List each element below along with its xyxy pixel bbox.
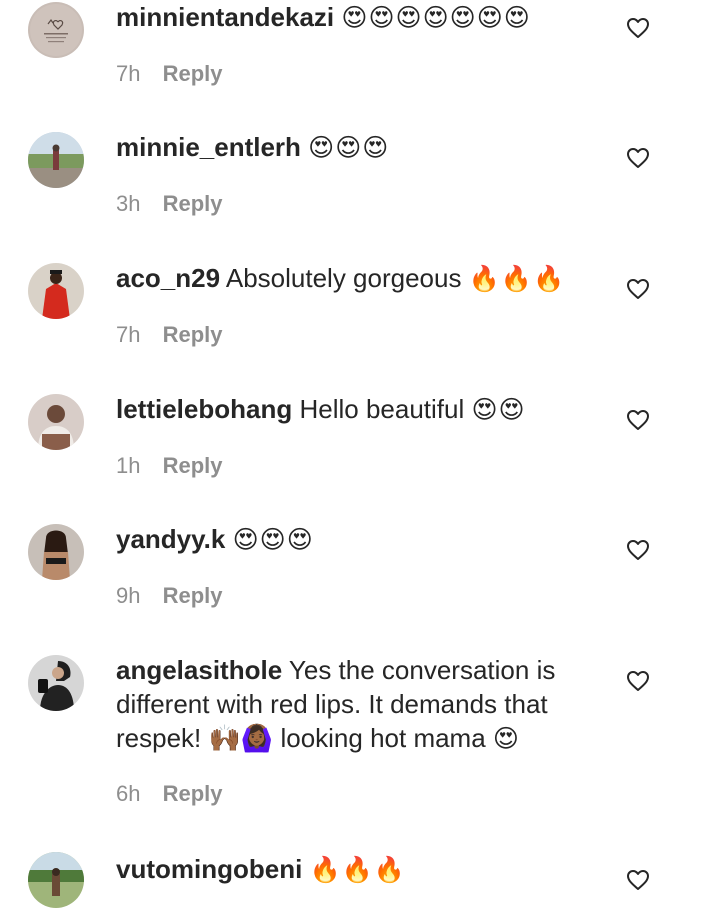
comment-username[interactable]: lettielebohang	[116, 394, 292, 424]
comment-text: Absolutely gorgeous	[225, 263, 462, 293]
heart-icon[interactable]	[626, 539, 650, 561]
reply-button[interactable]: Reply	[163, 322, 223, 347]
comment-timestamp: 9h	[116, 583, 141, 608]
comment-username[interactable]: vutomingobeni	[116, 854, 302, 884]
comment-timestamp: 7h	[116, 61, 141, 86]
avatar[interactable]	[28, 524, 84, 580]
heart-icon[interactable]	[626, 670, 650, 692]
comment-username[interactable]: minnientandekazi	[116, 2, 334, 32]
comment-username[interactable]: angelasithole	[116, 655, 282, 685]
comment-emojis: 🔥🔥🔥	[309, 855, 406, 884]
comment-emojis: 🔥🔥🔥	[468, 264, 566, 293]
avatar[interactable]	[28, 132, 84, 188]
reply-button[interactable]: Reply	[163, 583, 223, 608]
reply-button[interactable]: Reply	[163, 781, 223, 806]
comment-text: Hello beautiful	[299, 394, 465, 424]
comment-username[interactable]: aco_n29	[116, 263, 220, 293]
comment-timestamp: 7h	[116, 322, 141, 347]
avatar[interactable]	[28, 655, 84, 711]
heart-icon[interactable]	[626, 147, 650, 169]
heart-icon[interactable]	[626, 17, 650, 39]
heart-icon[interactable]	[626, 409, 650, 431]
comment-emojis: 😍😍😍	[232, 525, 314, 554]
avatar[interactable]	[28, 852, 84, 908]
avatar[interactable]	[28, 263, 84, 319]
heart-icon[interactable]	[626, 278, 650, 300]
reply-button[interactable]: Reply	[163, 61, 223, 86]
avatar[interactable]	[28, 394, 84, 450]
avatar[interactable]	[28, 2, 84, 58]
comment-timestamp: 3h	[116, 191, 141, 216]
comment-timestamp: 6h	[116, 781, 141, 806]
comment-username[interactable]: yandyy.k	[116, 524, 225, 554]
reply-button[interactable]: Reply	[163, 191, 223, 216]
comment-emojis: 😍😍	[471, 395, 526, 424]
comment-timestamp: 1h	[116, 453, 141, 478]
reply-button[interactable]: Reply	[163, 453, 223, 478]
comment-emojis: 😍😍😍😍😍😍😍	[341, 3, 531, 32]
heart-icon[interactable]	[626, 869, 650, 891]
comment-emojis: 😍	[492, 724, 520, 753]
comment-emojis: 😍😍😍	[308, 133, 390, 162]
comment-username[interactable]: minnie_entlerh	[116, 132, 301, 162]
